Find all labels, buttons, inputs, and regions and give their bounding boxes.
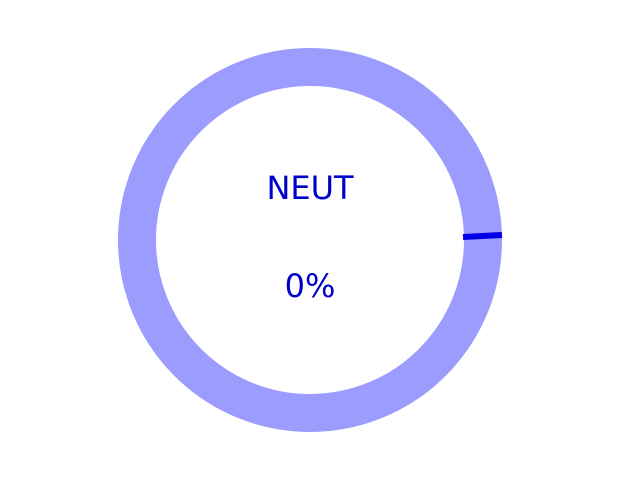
gauge-ring — [118, 48, 503, 432]
gauge-zero-marker — [462, 232, 503, 240]
gauge-label: NEUT — [266, 169, 354, 207]
gauge-widget: NEUT 0% — [0, 0, 620, 480]
gauge-percent: 0% — [284, 267, 336, 305]
gauge-track — [118, 48, 502, 432]
